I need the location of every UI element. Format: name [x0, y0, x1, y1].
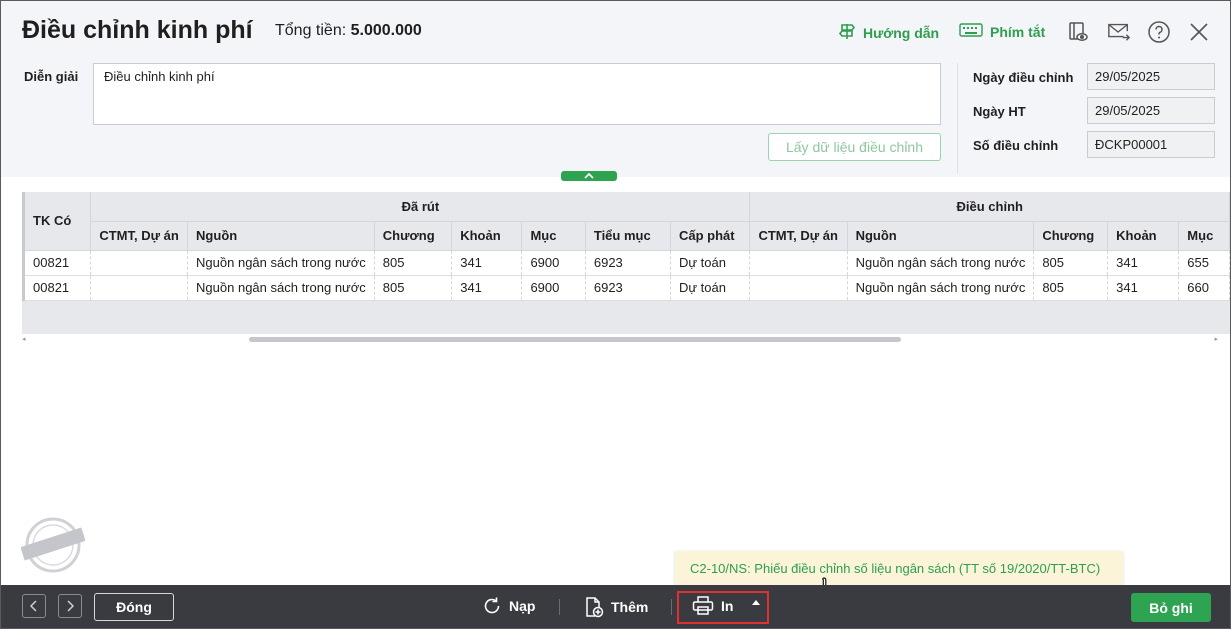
cell-adj-item[interactable]: 660	[1178, 275, 1230, 301]
header-panel: Điều chỉnh kinh phí Tổng tiền: 5.000.000…	[1, 1, 1230, 177]
footer-separator	[559, 599, 560, 615]
col-header-project[interactable]: CTMT, Dự án	[90, 221, 189, 251]
cell-subitem[interactable]: 6923	[585, 275, 671, 301]
help-icon[interactable]	[1147, 20, 1171, 44]
page-title: Điều chỉnh kinh phí	[22, 16, 253, 44]
next-record-button[interactable]	[58, 594, 82, 618]
cell-project[interactable]	[90, 250, 189, 276]
header-divider	[957, 63, 958, 173]
close-icon[interactable]	[1187, 20, 1211, 44]
cell-chapter[interactable]: 805	[374, 250, 453, 276]
cell-item[interactable]: 6900	[521, 250, 586, 276]
cell-chapter[interactable]: 805	[374, 275, 453, 301]
table-row[interactable]: 00821 Nguồn ngân sách trong nước 805 341…	[22, 275, 1230, 301]
view-settings-icon[interactable]	[1066, 20, 1090, 44]
cell-adj-section[interactable]: 341	[1107, 275, 1180, 301]
keyboard-icon	[959, 22, 983, 41]
add-button[interactable]: Thêm	[584, 596, 648, 618]
cell-adj-chapter[interactable]: 805	[1033, 275, 1109, 301]
cell-section[interactable]: 341	[451, 275, 523, 301]
col-header-tk-co[interactable]: TK Có	[22, 192, 92, 251]
prev-record-button[interactable]	[22, 594, 46, 618]
description-input[interactable]: Điều chỉnh kinh phí	[93, 63, 941, 125]
col-header-source[interactable]: Nguồn	[187, 221, 375, 251]
chevron-right-icon	[67, 600, 75, 612]
cell-adj-project[interactable]	[749, 275, 848, 301]
add-label: Thêm	[611, 599, 649, 615]
cell-tk-co[interactable]: 00821	[22, 275, 92, 301]
ht-date-label: Ngày HT	[973, 104, 1026, 119]
adjust-no-field[interactable]: ĐCKP00001	[1087, 131, 1215, 158]
caret-up-icon	[752, 600, 760, 605]
total-value: 5.000.000	[350, 22, 422, 39]
cell-item[interactable]: 6900	[521, 275, 586, 301]
print-button[interactable]: In	[692, 596, 733, 616]
cell-section[interactable]: 341	[451, 250, 523, 276]
unsave-button[interactable]: Bỏ ghi	[1131, 593, 1211, 622]
col-header-adj-source[interactable]: Nguồn	[847, 221, 1035, 251]
cell-adj-source[interactable]: Nguồn ngân sách trong nước	[847, 275, 1035, 301]
close-button[interactable]: Đóng	[94, 593, 174, 621]
add-document-icon	[586, 597, 604, 618]
refresh-icon	[484, 597, 500, 614]
sample-data-watermark	[20, 513, 86, 577]
print-label: In	[721, 598, 734, 614]
cell-source[interactable]: Nguồn ngân sách trong nước	[187, 250, 375, 276]
printer-icon	[692, 596, 714, 615]
grid-footer-summary	[22, 301, 1230, 334]
cell-adj-chapter[interactable]: 805	[1033, 250, 1109, 276]
adjust-date-field[interactable]: 29/05/2025	[1087, 63, 1215, 90]
guide-link[interactable]: Hướng dẫn	[838, 22, 939, 43]
col-header-item[interactable]: Mục	[521, 221, 586, 251]
cell-subitem[interactable]: 6923	[585, 250, 671, 276]
horizontal-scrollbar[interactable]: ◂ ▸	[22, 335, 1218, 344]
scroll-left-icon[interactable]: ◂	[22, 335, 26, 343]
cell-adj-source[interactable]: Nguồn ngân sách trong nước	[847, 250, 1035, 276]
cell-adj-item[interactable]: 655	[1178, 250, 1230, 276]
chevron-left-icon	[29, 600, 37, 612]
table-row[interactable]: 00821 Nguồn ngân sách trong nước 805 341…	[22, 250, 1230, 276]
col-header-allocation[interactable]: Cấp phát	[670, 221, 751, 251]
shortcut-label: Phím tắt	[990, 23, 1046, 40]
adjust-budget-dialog: Điều chỉnh kinh phí Tổng tiền: 5.000.000…	[0, 0, 1231, 629]
footer-toolbar: Đóng Nạp Thêm In Bỏ ghi	[1, 585, 1230, 628]
scroll-right-icon[interactable]: ▸	[1214, 335, 1218, 343]
collapse-header-toggle[interactable]	[561, 171, 617, 181]
col-header-chapter[interactable]: Chương	[374, 221, 453, 251]
adjust-no-label: Số điều chỉnh	[973, 138, 1059, 153]
shortcut-link[interactable]: Phím tắt	[959, 22, 1045, 41]
reload-label: Nạp	[509, 598, 536, 614]
guide-label: Hướng dẫn	[863, 24, 940, 41]
cell-allocation[interactable]: Dự toán	[670, 250, 751, 276]
col-header-subitem[interactable]: Tiểu mục	[585, 221, 671, 251]
cell-adj-project[interactable]	[749, 250, 848, 276]
cell-allocation[interactable]: Dự toán	[670, 275, 751, 301]
col-header-section[interactable]: Khoản	[451, 221, 523, 251]
group-header-adjust: Điều chỉnh	[749, 192, 1230, 222]
print-options-dropdown[interactable]	[751, 598, 761, 606]
mail-icon[interactable]	[1107, 20, 1131, 44]
chevron-up-icon	[584, 172, 594, 179]
fetch-adjustment-button[interactable]: Lấy dữ liệu điều chỉnh	[768, 133, 941, 161]
footer-separator	[671, 599, 672, 615]
scrollbar-thumb[interactable]	[249, 337, 901, 342]
cell-project[interactable]	[90, 275, 189, 301]
cell-adj-section[interactable]: 341	[1107, 250, 1180, 276]
group-header-withdrawn: Đã rút	[90, 192, 751, 222]
col-header-adj-project[interactable]: CTMT, Dự án	[749, 221, 848, 251]
adjustment-table: TK Có Đã rút Điều chỉnh CTMT, Dự án Nguồ…	[22, 192, 1230, 301]
ht-date-field[interactable]: 29/05/2025	[1087, 97, 1215, 124]
col-header-adj-chapter[interactable]: Chương	[1033, 221, 1109, 251]
cell-tk-co[interactable]: 00821	[22, 250, 92, 276]
col-header-adj-item[interactable]: Mục	[1178, 221, 1230, 251]
description-label: Diễn giải	[24, 69, 79, 84]
reload-button[interactable]: Nạp	[482, 596, 535, 616]
total-amount: Tổng tiền: 5.000.000	[275, 22, 422, 40]
adjust-date-label: Ngày điều chỉnh	[973, 70, 1074, 85]
cell-source[interactable]: Nguồn ngân sách trong nước	[187, 275, 375, 301]
signpost-icon	[838, 22, 856, 43]
print-template-tooltip[interactable]: C2-10/NS: Phiếu điều chỉnh số liệu ngân …	[675, 551, 1123, 585]
total-label: Tổng tiền:	[275, 22, 347, 39]
col-header-adj-section[interactable]: Khoản	[1107, 221, 1180, 251]
